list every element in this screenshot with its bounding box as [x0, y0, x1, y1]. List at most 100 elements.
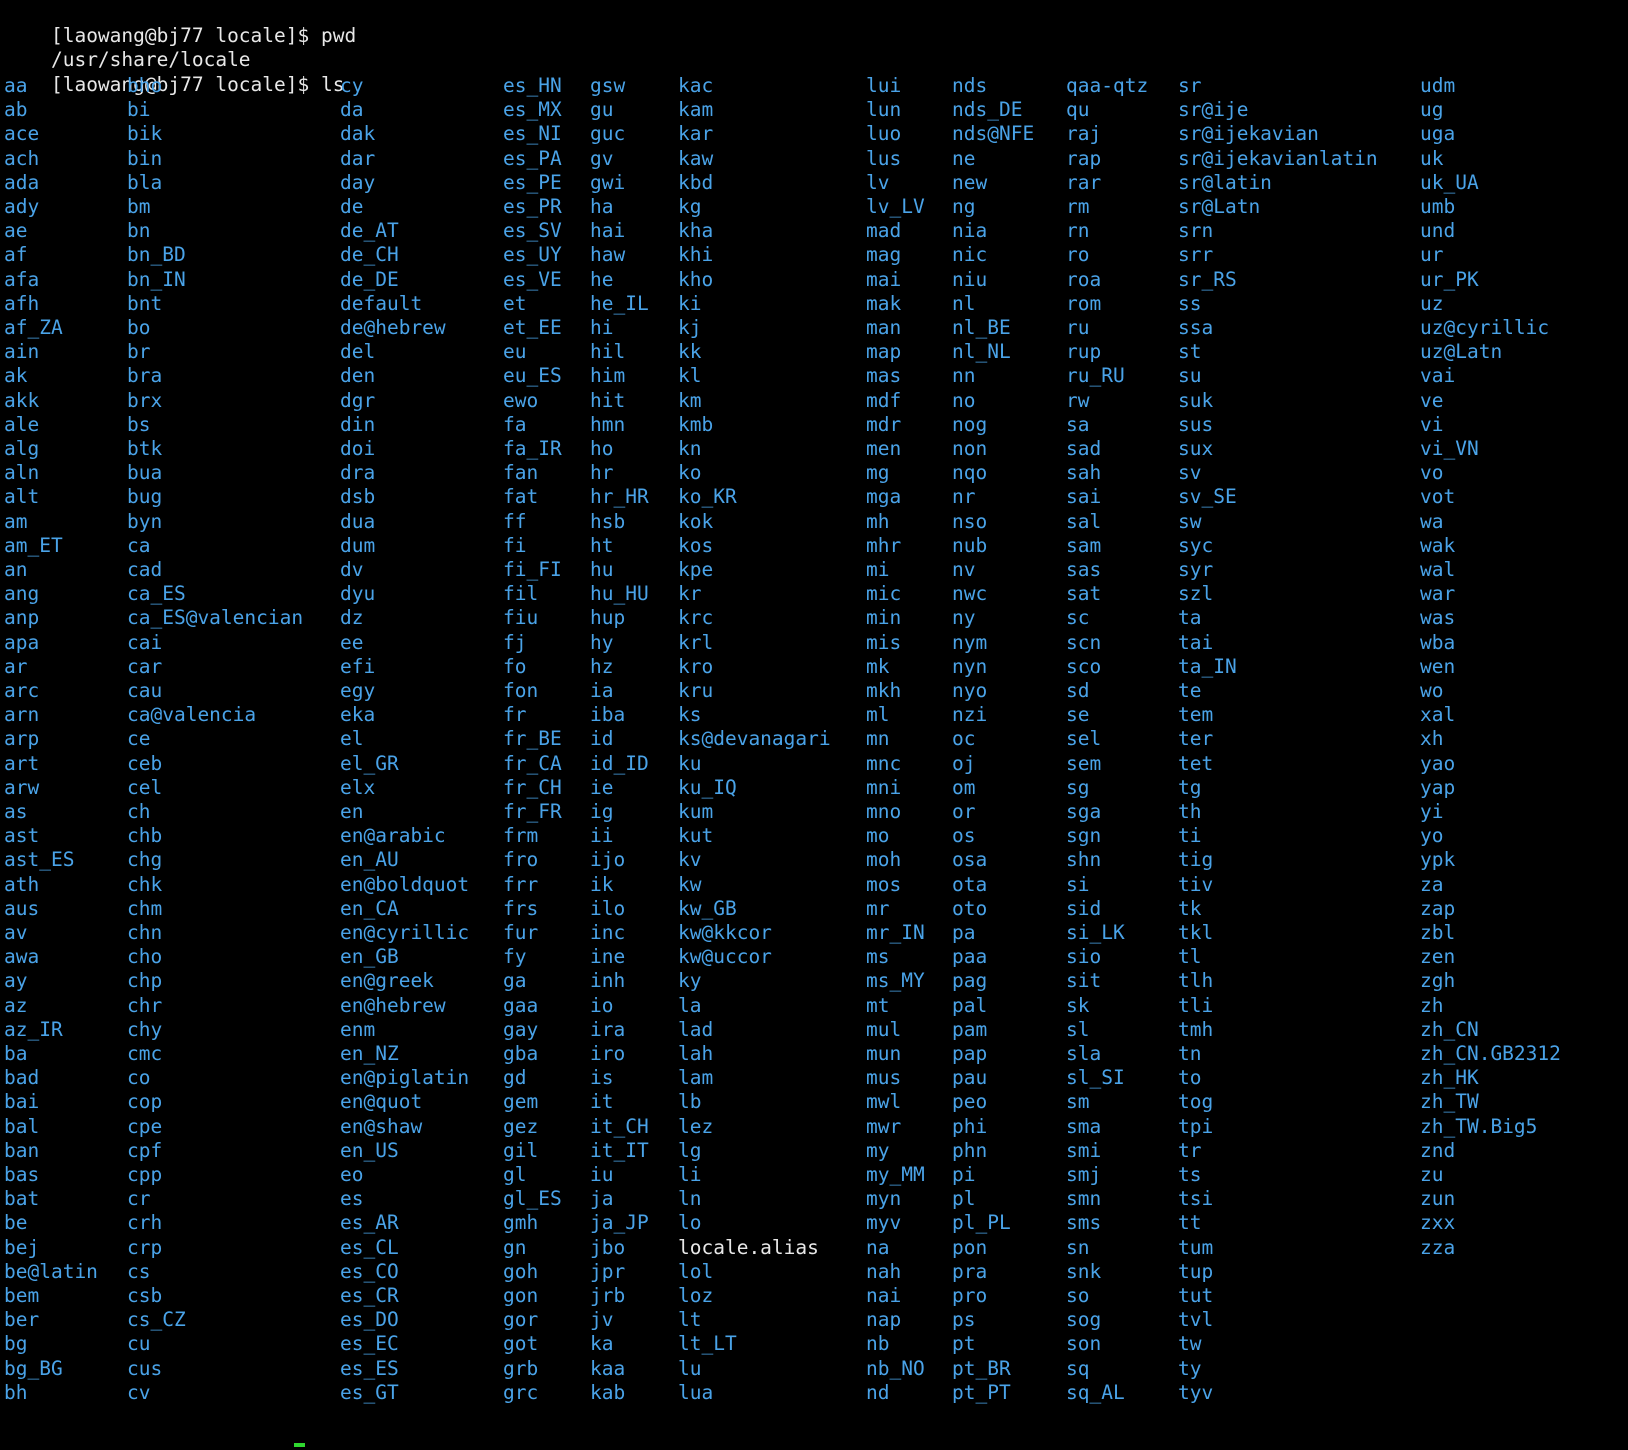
- ls-entry: fil: [503, 582, 539, 606]
- ls-entry: aln: [4, 461, 40, 485]
- ls-entry: es_VE: [503, 267, 562, 291]
- ls-entry: din: [340, 412, 376, 436]
- ls-entry: enm: [340, 1017, 376, 1041]
- ls-entry: lam: [678, 1066, 714, 1090]
- ls-entry: tut: [1178, 1284, 1214, 1307]
- ls-entry: nds_DE: [952, 98, 1023, 122]
- ls-entry: egy: [340, 679, 376, 702]
- ls-entry: mus: [866, 1066, 902, 1090]
- ls-entry: nyn: [952, 654, 988, 678]
- ls-entry: na: [866, 1235, 890, 1259]
- ls-entry: hr: [590, 461, 614, 485]
- ls-entry: pt_BR: [952, 1356, 1011, 1380]
- ls-entry: bla: [127, 170, 163, 194]
- ls-entry: es_AR: [340, 1211, 399, 1235]
- ls-entry: bh: [4, 1380, 28, 1404]
- ls-entry: dua: [340, 509, 376, 533]
- ls-entry: lt: [678, 1308, 702, 1332]
- ls-entry: sio: [1066, 945, 1102, 969]
- ls-entry: es_PE: [503, 170, 562, 194]
- ls-entry: sr@ije: [1178, 98, 1249, 122]
- ls-entry: sas: [1066, 558, 1102, 581]
- ls-entry: hr_HR: [590, 485, 649, 509]
- ls-entry: alg: [4, 437, 40, 460]
- ls-entry: jbo: [590, 1235, 626, 1259]
- ls-entry: arc: [4, 679, 40, 702]
- ls-entry: myn: [866, 1187, 902, 1211]
- ls-entry: nah: [866, 1259, 902, 1283]
- ls-entry: sd: [1066, 679, 1090, 702]
- ls-entry: zh_TW.Big5: [1420, 1114, 1538, 1138]
- ls-entry: sma: [1066, 1114, 1102, 1138]
- ls-entry: ar: [4, 654, 28, 678]
- ls-entry: apa: [4, 630, 40, 654]
- ls-entry: khi: [678, 243, 714, 267]
- ls-entry: oto: [952, 896, 988, 920]
- ls-entry: mis: [866, 630, 902, 654]
- ls-entry: mr: [866, 896, 890, 920]
- ls-entry: zh: [1420, 993, 1444, 1017]
- ls-entry: id_ID: [590, 751, 649, 775]
- ls-entry: loz: [678, 1284, 714, 1307]
- ls-entry: ae: [4, 219, 28, 243]
- ls-entry: mai: [866, 267, 902, 291]
- ls-entry: kro: [678, 654, 714, 678]
- ls-entry: pam: [952, 1017, 988, 1041]
- ls-entry: ng: [952, 195, 976, 218]
- ls-entry: chn: [127, 921, 163, 944]
- ls-entry: tet: [1178, 751, 1214, 775]
- ls-entry: fur: [503, 921, 539, 944]
- ls-entry: yap: [1420, 775, 1456, 799]
- ls-entry: ik: [590, 872, 614, 896]
- ls-entry: osa: [952, 848, 988, 872]
- ls-entry: hit: [590, 388, 626, 412]
- ls-entry: jpr: [590, 1259, 626, 1283]
- ls-entry: ca@valencia: [127, 703, 257, 727]
- ls-entry: hu: [590, 558, 614, 581]
- ls-entry: av: [4, 921, 28, 944]
- ls-entry: cpp: [127, 1163, 163, 1186]
- ls-entry: eu_ES: [503, 364, 562, 388]
- ls-entry: ch: [127, 800, 151, 823]
- ls-entry: pa: [952, 921, 976, 944]
- ls-entry: ml: [866, 703, 890, 727]
- terminal-window[interactable]: [laowang@bj77 locale]$ pwd /usr/share/lo…: [0, 0, 1628, 1450]
- ls-entry: qaa-qtz: [1066, 74, 1149, 97]
- ls-entry: frr: [503, 872, 539, 896]
- ls-entry: bug: [127, 485, 163, 509]
- ls-entry: bad: [4, 1066, 40, 1090]
- ls-entry: non: [952, 437, 988, 460]
- ls-entry: se: [1066, 703, 1090, 727]
- ls-entry: et: [503, 291, 527, 315]
- ls-entry: it_IT: [590, 1138, 649, 1162]
- ls-entry: bn_IN: [127, 267, 186, 291]
- ls-entry: kaw: [678, 146, 714, 170]
- prompt-line-ls: [laowang@bj77 locale]$ ls: [4, 48, 345, 96]
- ls-entry: ja: [590, 1187, 614, 1211]
- ls-entry: es_CR: [340, 1284, 399, 1307]
- ls-entry: en@quot: [340, 1090, 423, 1114]
- ls-entry: man: [866, 316, 902, 339]
- ls-entry: nwc: [952, 582, 988, 606]
- ls-entry: ee: [340, 630, 364, 654]
- ls-entry: rm: [1066, 195, 1090, 218]
- ls-entry: en_NZ: [340, 1042, 399, 1065]
- ls-entry: tvl: [1178, 1308, 1214, 1332]
- ls-entry: en_CA: [340, 896, 399, 920]
- ls-entry: locale.alias: [678, 1235, 819, 1259]
- ls-entry: gor: [503, 1308, 539, 1332]
- ls-entry: mhr: [866, 533, 902, 557]
- ls-entry: es_UY: [503, 243, 562, 267]
- ls-entry: sv: [1178, 461, 1202, 485]
- ls-entry: kw@kkcor: [678, 921, 772, 944]
- ls-entry: za: [1420, 872, 1444, 896]
- ls-entry: hai: [590, 219, 626, 243]
- ls-entry: scn: [1066, 630, 1102, 654]
- ls-entry: sid: [1066, 896, 1102, 920]
- ls-entry: es_CO: [340, 1259, 399, 1283]
- ls-entry: ba: [4, 1042, 28, 1065]
- ls-entry: ha: [590, 195, 614, 218]
- ls-entry: ko_KR: [678, 485, 737, 509]
- ls-entry: zgh: [1420, 969, 1456, 993]
- ls-entry: lu: [678, 1356, 702, 1380]
